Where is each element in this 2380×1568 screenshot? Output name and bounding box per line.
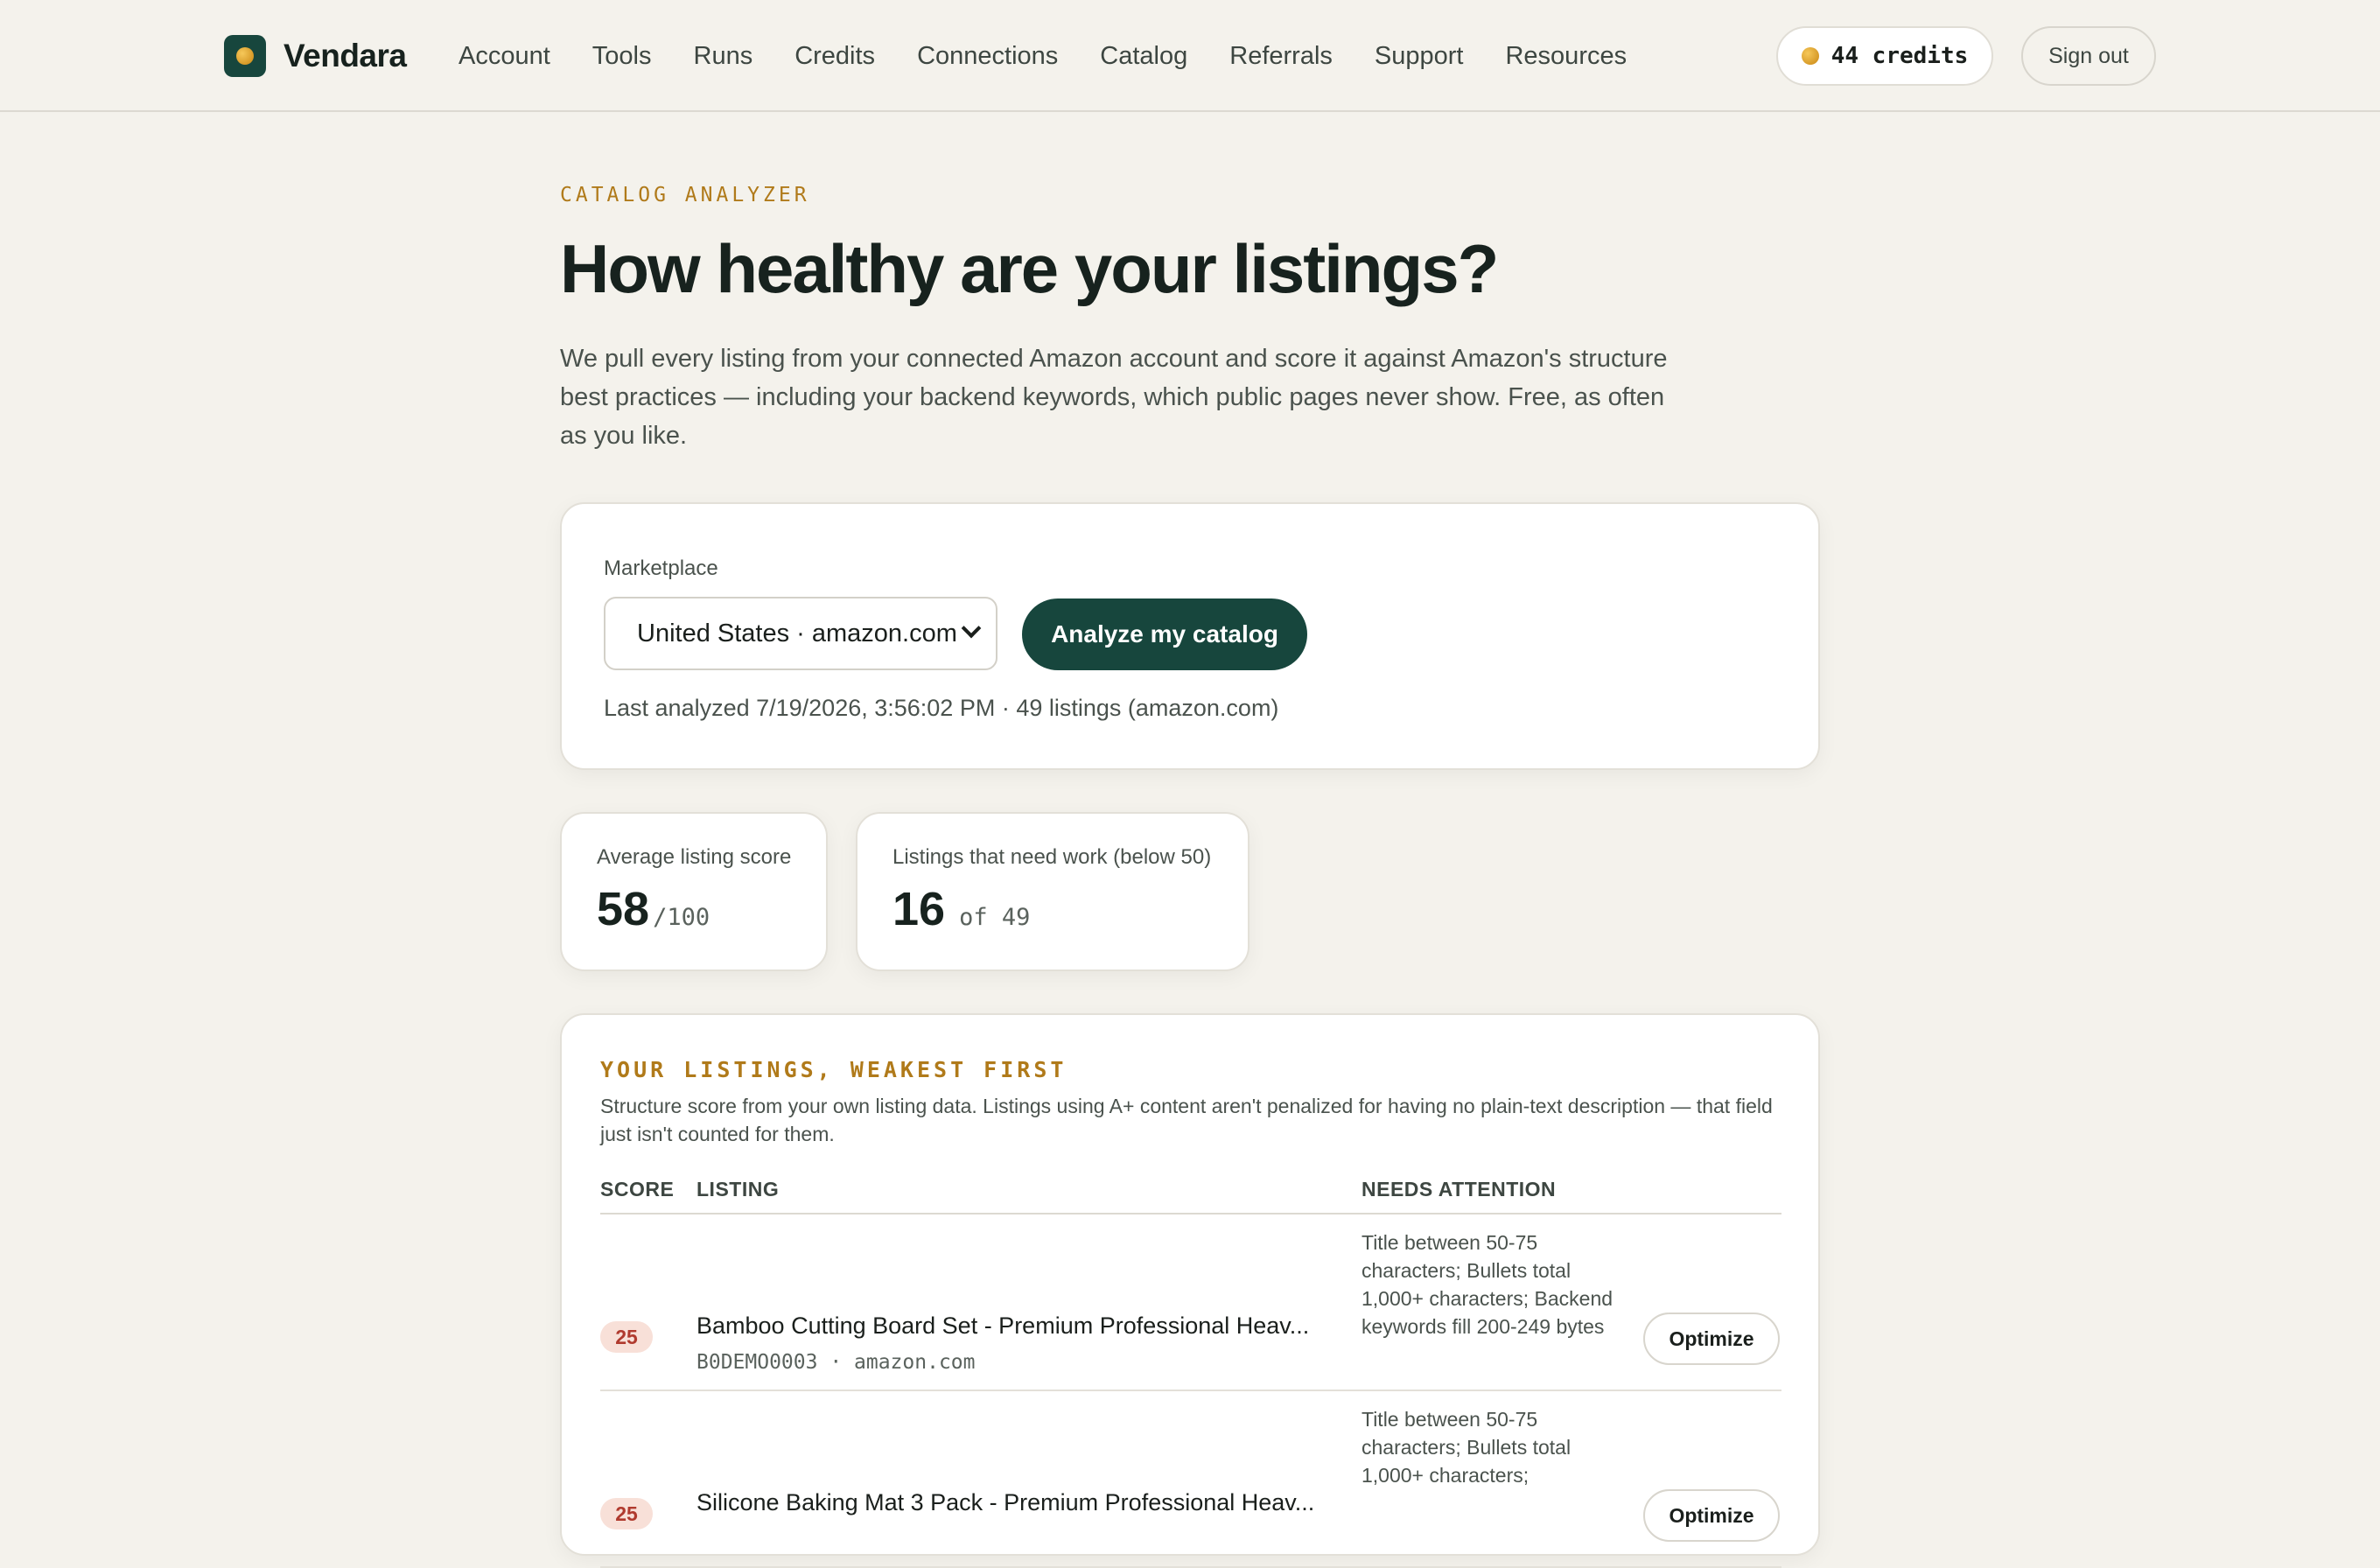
listings-heading: YOUR LISTINGS, WEAKEST FIRST: [600, 1057, 1068, 1082]
listing-title[interactable]: Silicone Baking Mat 3 Pack - Premium Pro…: [696, 1489, 1326, 1516]
column-score: SCORE: [600, 1178, 675, 1200]
nav-account[interactable]: Account: [458, 42, 550, 71]
score-badge: 25: [600, 1498, 653, 1530]
nav-runs[interactable]: Runs: [694, 42, 753, 71]
needs-work-label: Listings that need work (below 50): [892, 845, 1212, 869]
optimize-button[interactable]: Optimize: [1643, 1312, 1780, 1365]
average-score-card: Average listing score 58 /100: [560, 812, 828, 971]
last-analyzed-status: Last analyzed 7/19/2026, 3:56:02 PM · 49…: [604, 695, 1279, 721]
optimize-button[interactable]: Optimize: [1643, 1489, 1780, 1542]
nav-connections[interactable]: Connections: [917, 42, 1058, 71]
page-eyebrow: CATALOG ANALYZER: [560, 184, 810, 206]
sign-out-button[interactable]: Sign out: [2021, 26, 2156, 86]
needs-work-value: 16: [892, 883, 946, 935]
table-row: 25 Silicone Baking Mat 3 Pack - Premium …: [600, 1391, 1782, 1568]
listings-card: YOUR LISTINGS, WEAKEST FIRST Structure s…: [560, 1013, 1820, 1568]
brand-logo[interactable]: Vendara: [224, 35, 407, 77]
analyze-card: Marketplace United States · amazon.com A…: [560, 502, 1820, 770]
chevron-down-icon: [961, 618, 982, 639]
marketplace-select[interactable]: United States · amazon.com: [604, 597, 998, 670]
average-score-label: Average listing score: [597, 845, 792, 869]
analyze-catalog-button[interactable]: Analyze my catalog: [1022, 598, 1307, 670]
nav-support[interactable]: Support: [1375, 42, 1464, 71]
needs-attention-text: Title between 50-75 characters; Bullets …: [1362, 1408, 1572, 1487]
needs-work-card: Listings that need work (below 50) 16 of…: [856, 812, 1250, 971]
credits-balance-pill[interactable]: 44 credits: [1776, 26, 1993, 86]
column-listing: LISTING: [696, 1178, 780, 1200]
marketplace-label: Marketplace: [604, 556, 718, 580]
column-needs-attention: NEEDS ATTENTION: [1362, 1178, 1557, 1200]
top-navigation-bar: Vendara Account Tools Runs Credits Conne…: [0, 0, 2380, 112]
main-nav: Account Tools Runs Credits Connections C…: [458, 35, 1627, 77]
needs-work-suffix: of 49: [959, 904, 1031, 931]
nav-credits[interactable]: Credits: [794, 42, 875, 71]
listings-table-header: SCORE LISTING NEEDS ATTENTION: [600, 1178, 1782, 1214]
listing-title[interactable]: Bamboo Cutting Board Set - Premium Profe…: [696, 1312, 1326, 1340]
average-score-value: 58: [597, 883, 650, 935]
average-score-suffix: /100: [653, 904, 710, 931]
nav-catalog[interactable]: Catalog: [1100, 42, 1187, 71]
credits-balance: 44 credits: [1830, 43, 1969, 69]
coin-icon: [1801, 47, 1819, 65]
score-badge: 25: [600, 1321, 653, 1353]
marketplace-selected-value: United States · amazon.com: [637, 619, 957, 648]
brand-mark-icon: [224, 35, 266, 77]
nav-referrals[interactable]: Referrals: [1229, 42, 1333, 71]
brand-name: Vendara: [284, 38, 407, 74]
table-row: 25 Bamboo Cutting Board Set - Premium Pr…: [600, 1214, 1782, 1391]
page-intro: We pull every listing from your connecte…: [560, 345, 1668, 450]
listings-description: Structure score from your own listing da…: [600, 1095, 1773, 1145]
nav-resources[interactable]: Resources: [1505, 42, 1627, 71]
nav-tools[interactable]: Tools: [592, 42, 652, 71]
page-title: How healthy are your listings?: [560, 230, 1499, 307]
needs-attention-text: Title between 50-75 characters; Bullets …: [1362, 1231, 1614, 1338]
listing-asin: B0DEMO0003 · amazon.com: [696, 1351, 976, 1374]
